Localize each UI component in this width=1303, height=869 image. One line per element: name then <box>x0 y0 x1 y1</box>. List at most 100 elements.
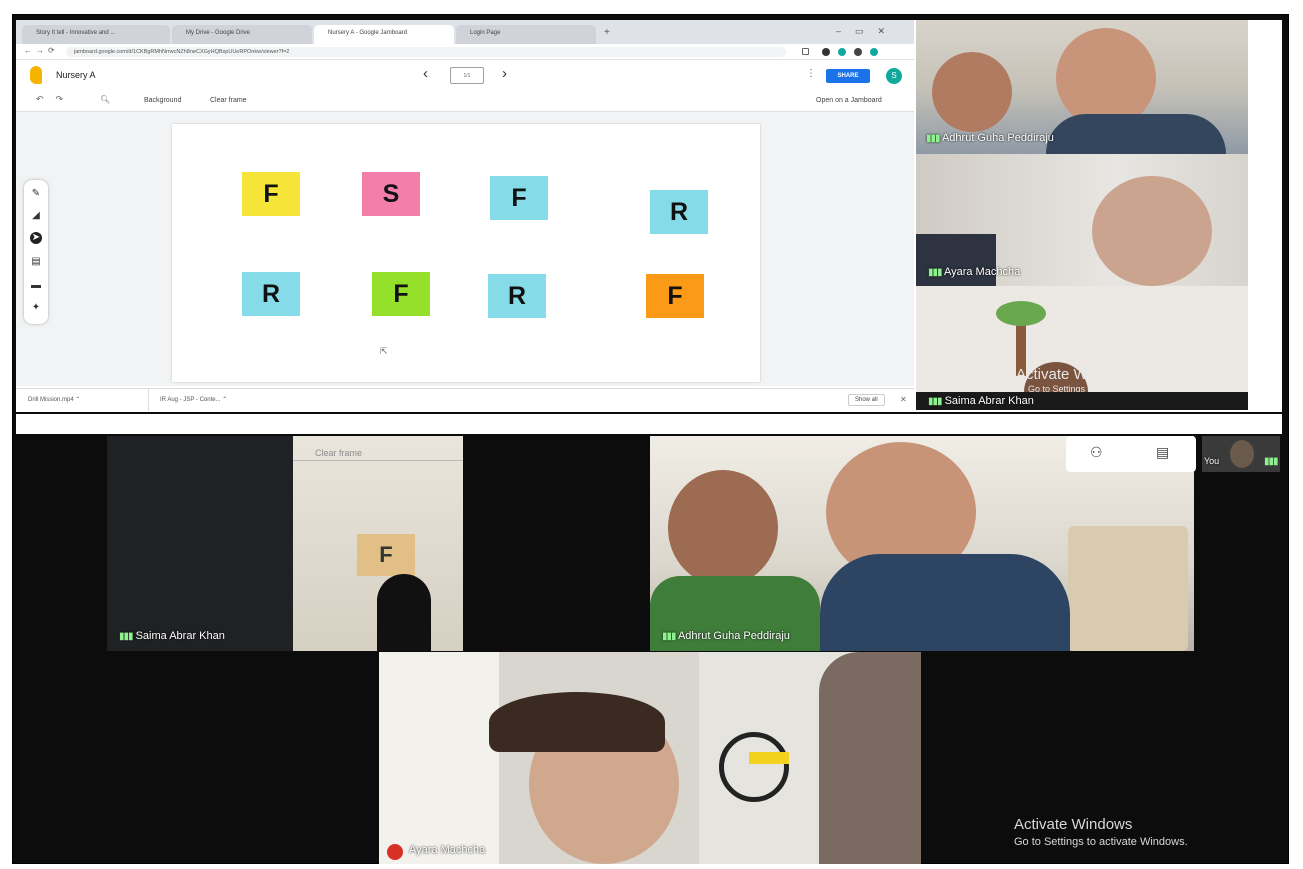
select-icon[interactable]: ➤ <box>30 232 42 244</box>
browser-tab-drive[interactable]: My Drive - Google Drive <box>172 25 312 44</box>
sticky-note[interactable]: R <box>650 190 708 234</box>
download-label: IR Aug - JSP - Conte... <box>160 397 221 403</box>
hand-shadow <box>377 574 431 651</box>
participant-name-tag: ▮▮▮ Adhrut Guha Peddiraju <box>926 132 1054 144</box>
nav-arrows-icon[interactable]: ←→⟳ <box>24 46 59 55</box>
self-label: You <box>1204 456 1220 466</box>
laser-icon[interactable]: ✦ <box>30 302 42 314</box>
tab-label: My Drive - Google Drive <box>186 30 251 36</box>
activate-windows-title: Activate Windows <box>1014 816 1133 833</box>
extension-icon[interactable] <box>838 48 846 56</box>
extension-icon[interactable] <box>822 48 830 56</box>
audio-indicator-icon: ▮▮▮ <box>1264 456 1278 467</box>
sticky-note-icon[interactable]: ▤ <box>30 256 42 268</box>
profile-icon[interactable] <box>870 48 878 56</box>
url-field[interactable]: jamboard.google.com/d/1CKBgRMhNrrwcNZh8n… <box>66 47 786 57</box>
participant-tile-bottom[interactable]: Activate W Go to Settings ▮▮▮ Saima Abra… <box>916 286 1248 410</box>
browser-tab-strip: Story It tell - Innovative and ... My Dr… <box>16 20 914 44</box>
sticky-note[interactable]: F <box>490 176 548 220</box>
star-icon[interactable] <box>802 48 809 55</box>
participants-icon[interactable]: ⚇ <box>1090 444 1103 461</box>
participant-face <box>1230 440 1254 468</box>
sticky-note[interactable]: R <box>488 274 546 318</box>
undo-redo-icons[interactable]: ↶↷ <box>36 94 75 105</box>
bicycle-wheel <box>719 732 789 802</box>
meet-top-controls: ⚇ ▤ <box>1066 436 1196 472</box>
frame-next-button[interactable]: › <box>502 65 507 82</box>
new-tab-button[interactable]: + <box>604 27 610 38</box>
background-button[interactable]: Background <box>144 97 181 104</box>
participant-name: Saima Abrar Khan <box>135 630 225 642</box>
decal-leaves <box>996 301 1046 326</box>
chair <box>1068 526 1188 651</box>
pen-icon[interactable]: ✎ <box>30 188 42 200</box>
audio-indicator-icon: ▮▮▮ <box>928 267 942 278</box>
chat-icon[interactable]: ▤ <box>1156 444 1169 461</box>
sticky-note[interactable]: R <box>242 272 300 316</box>
participant-face <box>1056 28 1156 128</box>
browser-tab-login[interactable]: Login Page <box>456 25 596 44</box>
participant-face <box>668 470 778 586</box>
participant-name: Adhrut Guha Peddiraju <box>941 132 1054 144</box>
download-item[interactable]: IR Aug - JSP - Conte... ⌃ <box>160 396 227 403</box>
mouse-cursor-icon: ⇱ <box>380 346 388 356</box>
participant-name: Saima Abrar Khan <box>944 395 1034 407</box>
sticky-note[interactable]: F <box>242 172 300 216</box>
participant-shirt <box>916 234 996 286</box>
shared-screen-feed: Clear frame F <box>293 436 463 651</box>
browser-tab-jamboard[interactable]: Nursery A - Google Jamboard <box>314 25 454 44</box>
window-controls[interactable]: –▭✕ <box>836 26 899 37</box>
jamboard-title[interactable]: Nursery A <box>56 70 96 80</box>
eraser-icon[interactable]: ◢ <box>30 210 42 222</box>
close-icon[interactable]: ✕ <box>900 395 907 404</box>
share-button[interactable]: SHARE <box>826 69 870 83</box>
participant-name-tag: ▮▮▮ Saima Abrar Khan <box>928 395 1034 407</box>
note-letter: S <box>382 180 400 208</box>
bicycle-frame <box>749 752 789 764</box>
note-letter: R <box>507 282 527 310</box>
user-avatar[interactable]: S <box>886 68 902 84</box>
participant-tile-middle[interactable]: ▮▮▮ Ayara Machcha <box>916 154 1248 286</box>
sticky-note[interactable]: F <box>646 274 704 318</box>
tab-label: Story It tell - Innovative and ... <box>36 30 116 36</box>
participant-shirt <box>820 554 1070 651</box>
participant-name: Ayara Machcha <box>409 844 486 856</box>
note-letter: F <box>667 282 683 310</box>
participant-name: Adhrut Guha Peddiraju <box>677 630 790 642</box>
wall-decal <box>976 296 1096 376</box>
zoom-icon[interactable]: 🔍︎ <box>100 95 110 104</box>
browser-tab-story[interactable]: Story It tell - Innovative and ... <box>22 25 170 44</box>
extension-icons[interactable] <box>802 46 902 58</box>
download-item[interactable]: Drill Mission.mp4 ⌃ <box>28 396 80 403</box>
tab-label: Login Page <box>470 30 501 36</box>
participant-hair <box>489 692 665 752</box>
audio-indicator-icon: ▮▮▮ <box>119 631 133 642</box>
divider <box>293 460 463 461</box>
frame-counter[interactable]: 1/1 <box>450 67 484 84</box>
sticky-note[interactable]: S <box>362 172 420 216</box>
jamboard-frame: F S F R R F R F ⇱ <box>172 124 760 382</box>
note-letter: F <box>393 280 409 308</box>
sticky-note[interactable]: F <box>372 272 430 316</box>
frame-prev-button[interactable]: ‹ <box>423 65 428 82</box>
clear-frame-button[interactable]: Clear frame <box>210 97 247 104</box>
open-on-jamboard-button[interactable]: Open on a Jamboard <box>816 97 882 104</box>
participant-name: Ayara Machcha <box>943 266 1021 278</box>
self-view-tile[interactable]: You ▮▮▮ <box>1202 436 1280 472</box>
tool-sidebar: ✎ ◢ ➤ ▤ ▬ ✦ <box>24 180 48 324</box>
mic-off-icon <box>387 844 403 860</box>
participant-face <box>932 52 1012 132</box>
participant-tile-top[interactable]: ▮▮▮ Adhrut Guha Peddiraju <box>916 20 1248 154</box>
show-all-button[interactable]: Show all <box>848 394 885 406</box>
download-label: Drill Mission.mp4 <box>28 397 74 403</box>
presentation-tile[interactable]: Clear frame F ▮▮▮ Saima Abrar Khan <box>107 436 463 651</box>
participant-tile-ayara[interactable]: Ayara Machcha <box>379 652 921 864</box>
jamboard-header: Nursery A ‹ 1/1 › ⋮ SHARE S <box>16 60 914 90</box>
shared-screen-text: Clear frame <box>315 448 363 458</box>
more-menu-icon[interactable]: ⋮ <box>806 68 816 79</box>
divider <box>148 389 149 411</box>
extension-icon[interactable] <box>854 48 862 56</box>
jamboard-logo-icon <box>30 66 42 84</box>
image-icon[interactable]: ▬ <box>30 280 42 292</box>
downloads-bar: Drill Mission.mp4 ⌃ IR Aug - JSP - Conte… <box>16 388 914 411</box>
